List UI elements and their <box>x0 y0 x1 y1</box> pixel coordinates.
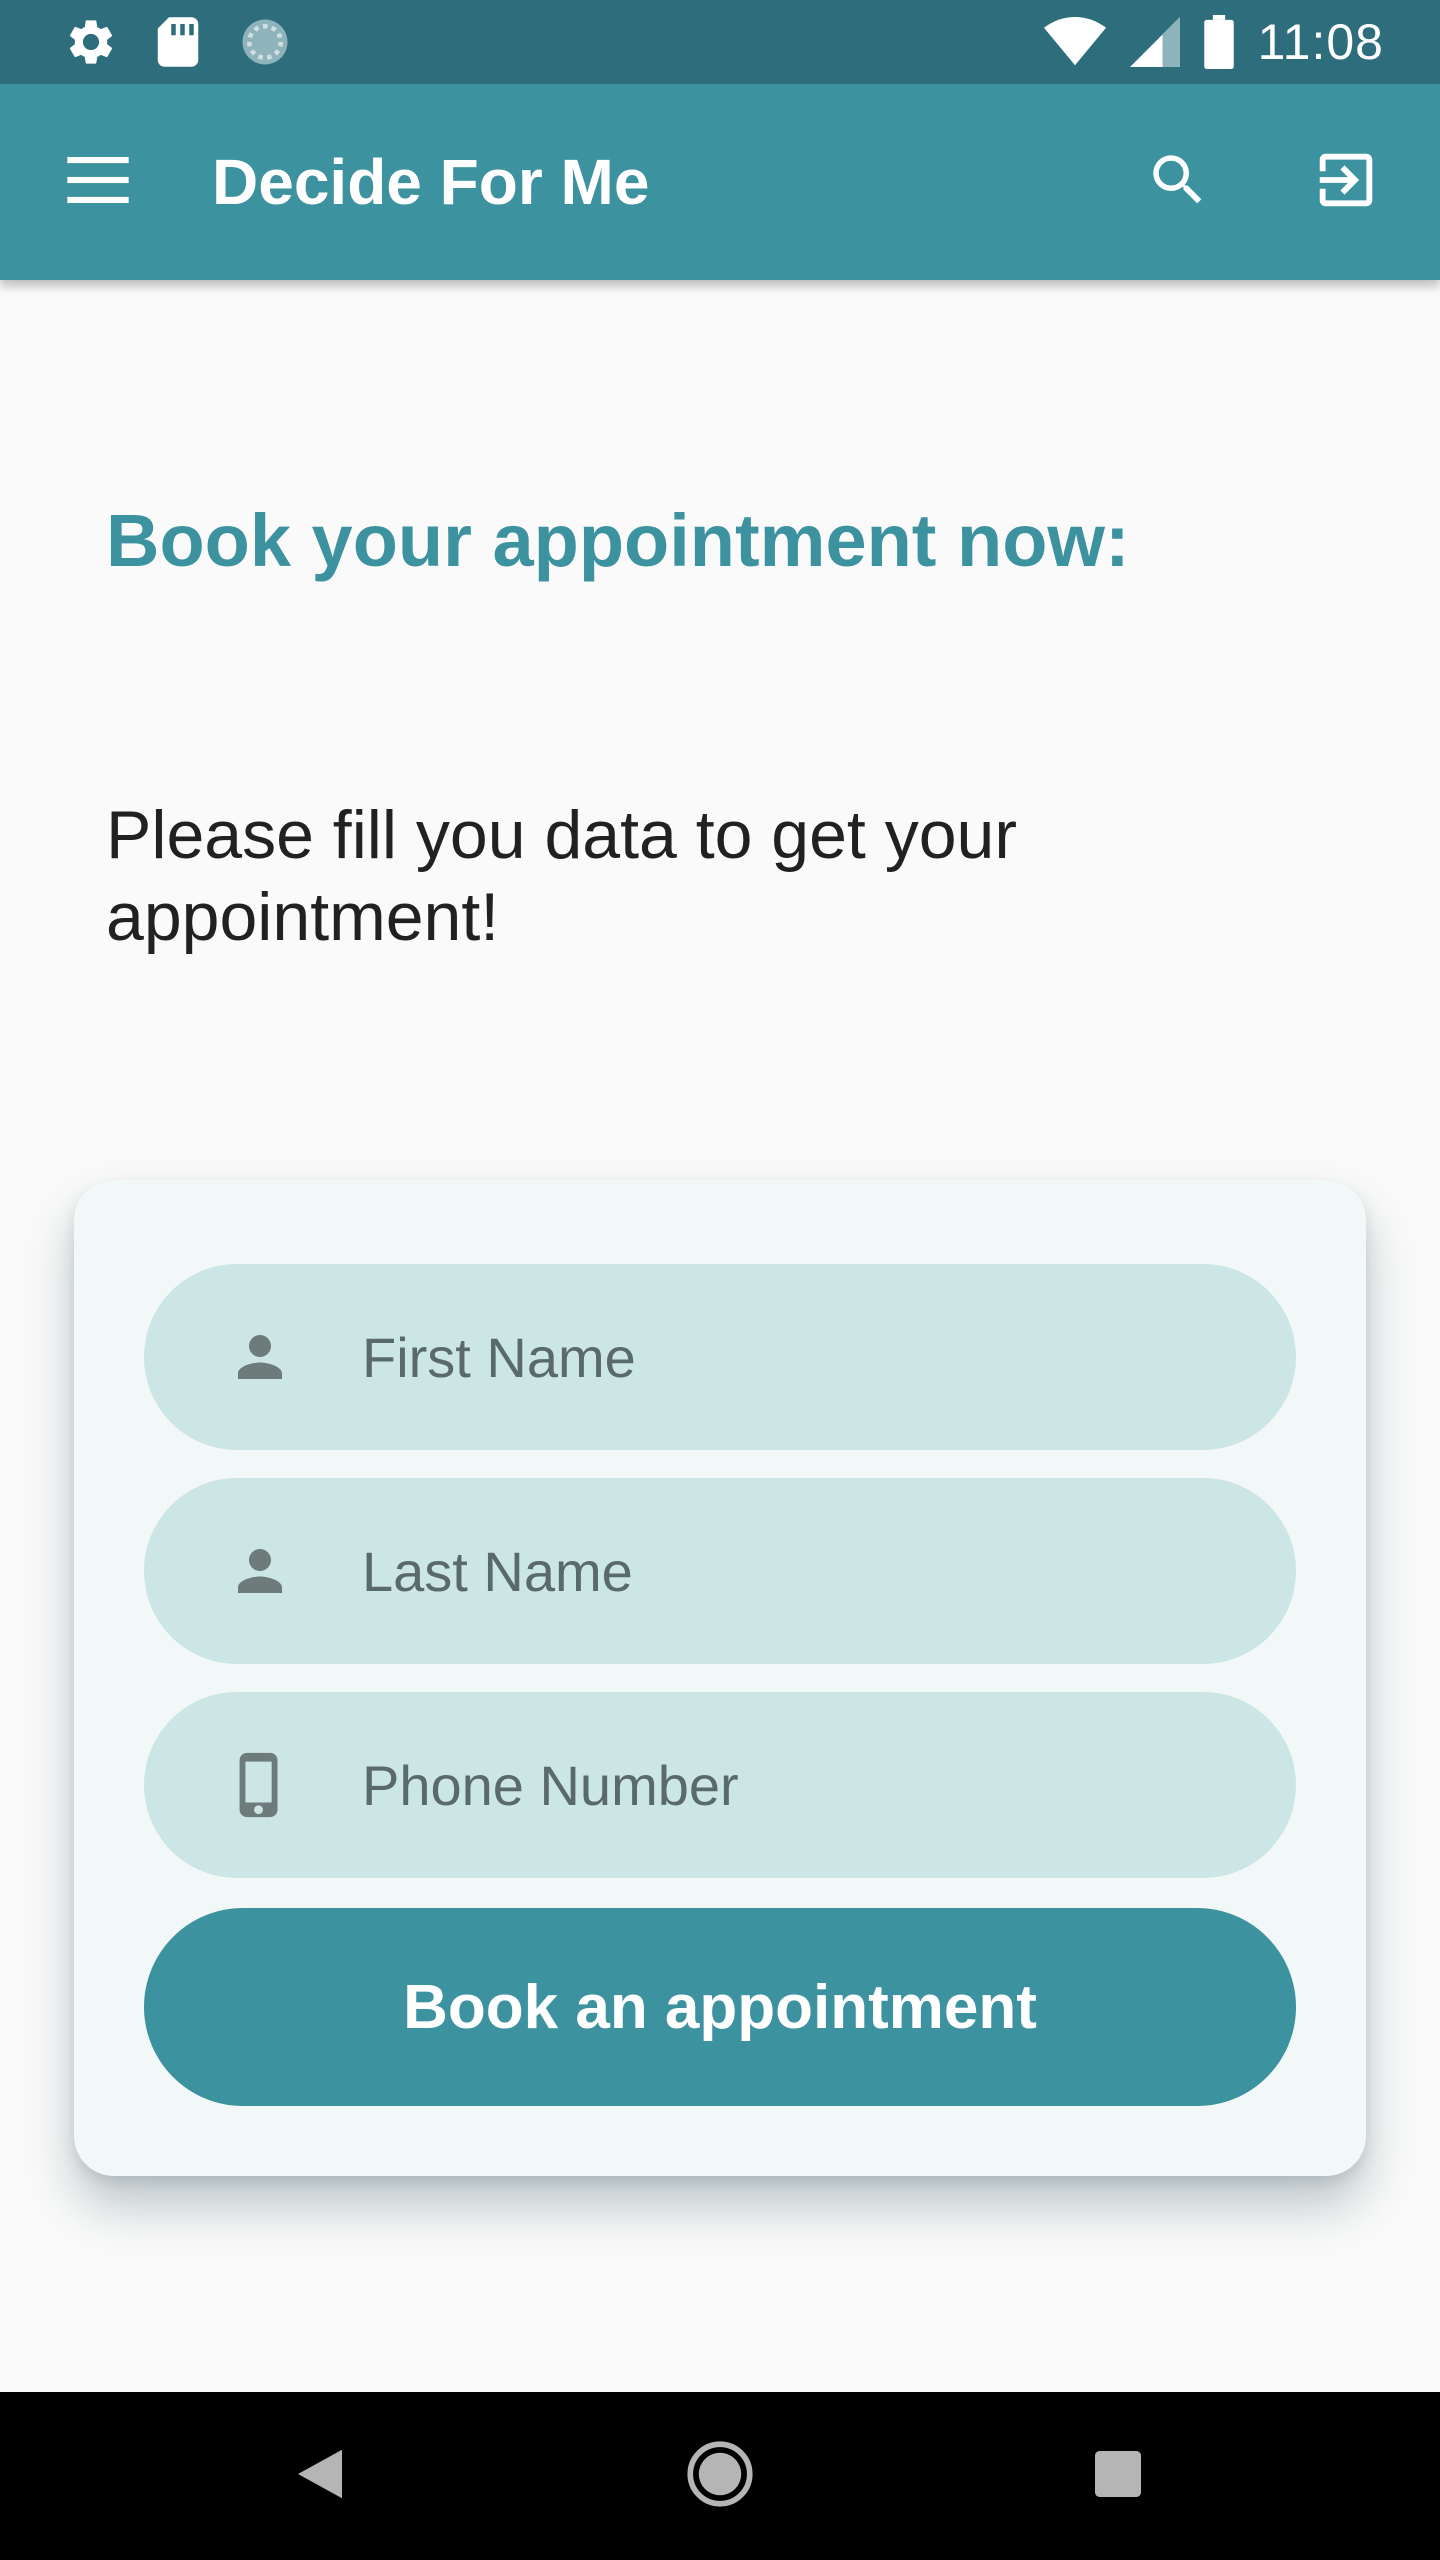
last-name-field[interactable] <box>144 1478 1296 1664</box>
page-heading: Book your appointment now: <box>106 499 1130 582</box>
instructions-text: Please fill you data to get your appoint… <box>106 797 1017 955</box>
recents-icon <box>1095 2450 1141 2502</box>
status-bar: 11:08 <box>0 0 1440 84</box>
status-left-icons <box>64 15 328 69</box>
logout-button[interactable] <box>1304 140 1388 224</box>
search-button[interactable] <box>1136 140 1220 224</box>
signal-icon <box>1129 16 1180 68</box>
gear-icon <box>64 15 118 69</box>
sd-card-icon <box>154 15 202 69</box>
logout-icon <box>1311 145 1381 220</box>
book-appointment-button[interactable]: Book an appointment <box>144 1908 1296 2106</box>
home-icon <box>686 2440 754 2513</box>
back-button[interactable] <box>280 2392 360 2560</box>
appointment-form-card: Book an appointment <box>74 1180 1366 2176</box>
person-icon <box>224 1321 296 1393</box>
first-name-field[interactable] <box>144 1264 1296 1450</box>
status-right-icons: 11:08 <box>1020 13 1384 71</box>
phone-icon <box>224 1749 296 1821</box>
battery-icon <box>1203 15 1234 69</box>
last-name-input[interactable] <box>360 1537 1214 1605</box>
back-icon <box>298 2449 342 2504</box>
system-nav-bar <box>0 2392 1440 2560</box>
sync-icon <box>238 15 292 69</box>
phone-number-field[interactable] <box>144 1692 1296 1878</box>
menu-icon <box>66 156 130 208</box>
recents-button[interactable] <box>1074 2392 1162 2560</box>
app-title: Decide For Me <box>212 146 650 218</box>
menu-button[interactable] <box>64 148 132 216</box>
status-time: 11:08 <box>1257 14 1384 70</box>
search-icon <box>1145 147 1211 218</box>
person-icon <box>224 1535 296 1607</box>
home-button[interactable] <box>670 2392 770 2560</box>
wifi-icon <box>1043 16 1106 68</box>
first-name-input[interactable] <box>360 1323 1214 1391</box>
phone-number-input[interactable] <box>360 1751 1214 1819</box>
app-bar: Decide For Me <box>0 84 1440 280</box>
